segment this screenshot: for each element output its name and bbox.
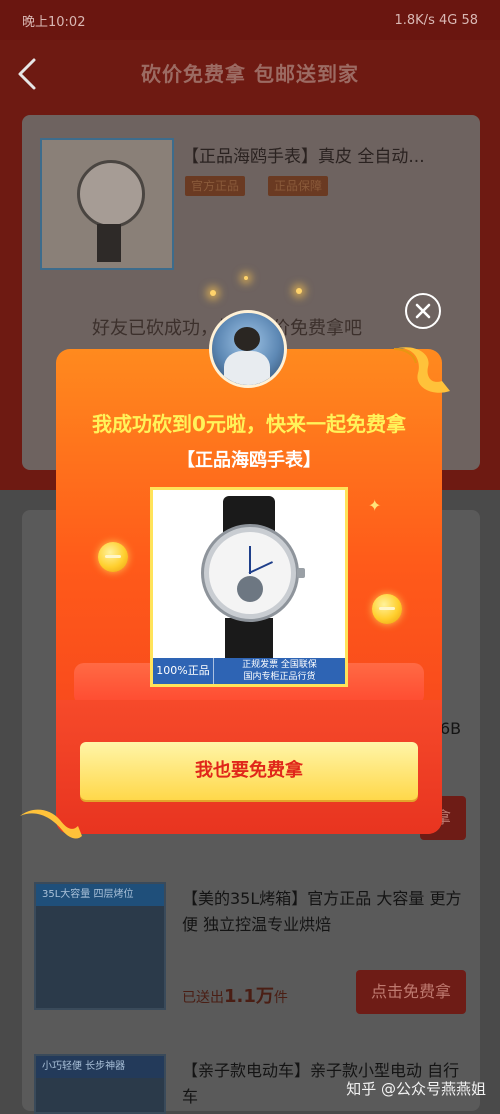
sparkle-dot: [244, 276, 248, 280]
status-bar: 晚上10:02 1.8K/s 4G 58: [0, 0, 500, 40]
list-item-image-caption: 小巧轻便 长步神器: [36, 1056, 164, 1078]
ribbon-decoration: [393, 347, 450, 393]
ribbon-decoration: [20, 809, 82, 839]
status-indicators: 1.8K/s 4G 58: [394, 12, 478, 28]
sold-suffix: 件: [273, 990, 288, 1006]
status-time: 晚上10:02: [22, 14, 86, 30]
get-free-button[interactable]: 我也要免费拿: [80, 742, 418, 800]
watch-crown: [297, 568, 305, 578]
popup-headline: 我成功砍到0元啦，快来一起免费拿: [92, 412, 406, 436]
sold-count: 1.1万: [224, 986, 274, 1007]
guarantee-banner: 100%正品 正规发票 全国联保 国内专柜正品行货: [153, 658, 345, 684]
sold-prefix: 已送出: [182, 990, 224, 1006]
list-item-image[interactable]: 小巧轻便 长步神器: [34, 1054, 166, 1114]
close-button[interactable]: [405, 293, 441, 329]
product-image: 100%正品 正规发票 全国联保 国内专柜正品行货: [150, 487, 348, 687]
sparkle-icon: ✦: [368, 496, 382, 515]
product-thumbnail[interactable]: [40, 138, 174, 270]
warranty-label: 正规发票 全国联保 国内专柜正品行货: [214, 659, 345, 683]
partial-spec-text: 6B: [440, 719, 462, 738]
product-card-title[interactable]: 【正品海鸥手表】真皮 全自动...: [182, 142, 425, 167]
authentic-label: 100%正品: [153, 658, 214, 684]
popup-product-name: 【正品海鸥手表】: [177, 450, 321, 471]
watermark: 知乎 @公众号燕燕姐: [346, 1080, 486, 1098]
watch-dial: [209, 532, 291, 614]
sparkle-dot: [296, 288, 302, 294]
product-tag: 正品保障: [268, 176, 329, 196]
close-icon: [415, 303, 431, 319]
list-item-image-caption: 35L大容量 四层烤位: [36, 884, 164, 906]
warranty-line-2: 国内专柜正品行货: [243, 672, 316, 682]
list-item-sold: 已送出1.1万件: [182, 982, 288, 1008]
claim-free-button[interactable]: 点击免费拿: [356, 970, 466, 1014]
warranty-line-1: 正规发票 全国联保: [242, 660, 317, 670]
coin-icon: [98, 542, 128, 572]
coin-icon: [372, 594, 402, 624]
list-item-image[interactable]: 35L大容量 四层烤位: [34, 882, 166, 1010]
avatar: [209, 310, 287, 388]
page-title: 砍价免费拿 包邮送到家: [141, 62, 359, 86]
sparkle-dot: [210, 290, 216, 296]
list-item-title[interactable]: 【美的35L烤箱】官方正品 大容量 更方便 独立控温专业烘焙: [182, 886, 462, 938]
product-tag: 官方正品: [185, 176, 246, 196]
